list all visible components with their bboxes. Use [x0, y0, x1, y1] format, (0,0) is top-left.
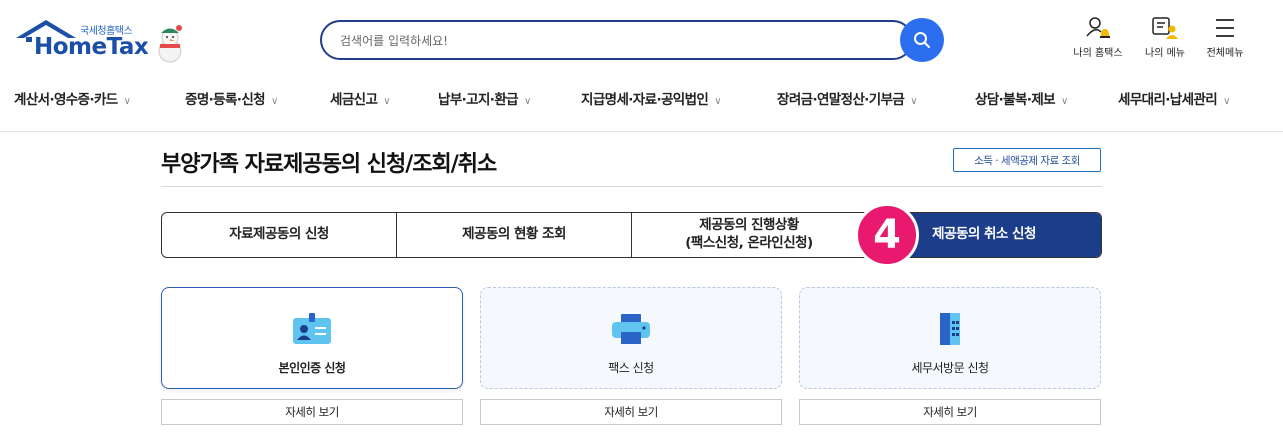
search-icon	[914, 32, 930, 48]
printer-icon	[612, 314, 650, 344]
tab-bar: 자료제공동의 신청 제공동의 현황 조회 제공동의 진행상황 (팩스신청, 온라…	[161, 212, 1102, 258]
chevron-down-icon: ∨	[714, 96, 721, 107]
card-identity-verification[interactable]: 본인인증 신청	[161, 287, 463, 389]
hamburger-menu-icon	[1216, 19, 1234, 37]
view-details-button[interactable]: 자세히 보기	[799, 399, 1101, 425]
id-card-icon	[293, 313, 331, 344]
card-fax-application[interactable]: 팩스 신청	[480, 287, 782, 389]
nav-item-consult[interactable]: 상담·불복·제보 ∨	[975, 88, 1068, 108]
card-label: 세무서방문 신청	[911, 361, 989, 375]
card-label: 팩스 신청	[608, 361, 654, 375]
search-input[interactable]	[340, 31, 880, 51]
card-office-visit[interactable]: 세무서방문 신청	[799, 287, 1101, 389]
nav-item-statements[interactable]: 지급명세·자료·공익법인 ∨	[581, 88, 722, 108]
nav-item-agency[interactable]: 세무대리·납세관리 ∨	[1118, 88, 1230, 108]
page-title: 부양가족 자료제공동의 신청/조회/취소	[161, 152, 497, 177]
search-box	[320, 20, 913, 60]
chevron-down-icon: ∨	[1223, 96, 1230, 107]
main-nav: 계산서·영수증·카드 ∨ 증명·등록·신청 ∨ 세금신고 ∨ 납부·고지·환급 ∨ 지급…	[0, 84, 1283, 114]
tab-consent-status[interactable]: 제공동의 현황 조회	[397, 213, 632, 257]
nav-item-certificate[interactable]: 증명·등록·신청 ∨	[185, 88, 278, 108]
chevron-down-icon: ∨	[383, 96, 391, 107]
logo-title: HomeTax	[34, 34, 149, 60]
chevron-down-icon: ∨	[270, 96, 278, 107]
hometax-logo[interactable]: 국세청홈택스 HomeTax	[14, 18, 194, 66]
nav-divider	[0, 131, 1283, 132]
chevron-down-icon: ∨	[910, 96, 917, 107]
my-hometax-label: 나의 홈택스	[1073, 48, 1123, 59]
snowman-icon	[158, 25, 182, 63]
all-menu-link[interactable]: 전체메뉴	[1190, 16, 1260, 59]
chevron-down-icon: ∨	[1060, 96, 1068, 107]
nav-item-tax-filing[interactable]: 세금신고 ∨	[330, 88, 391, 108]
chevron-down-icon: ∨	[123, 96, 131, 107]
memo-user-icon	[1152, 17, 1178, 39]
step-number-badge: 4	[855, 203, 919, 267]
card-label: 본인인증 신청	[278, 361, 346, 375]
my-menu-label: 나의 메뉴	[1145, 48, 1185, 59]
title-divider	[161, 186, 1102, 187]
tab-consent-apply[interactable]: 자료제공동의 신청	[162, 213, 397, 257]
nav-item-invoice[interactable]: 계산서·영수증·카드 ∨	[14, 88, 131, 108]
nav-item-payment[interactable]: 납부·고지·환급 ∨	[438, 88, 531, 108]
view-details-button[interactable]: 자세히 보기	[161, 399, 463, 425]
search-button[interactable]	[900, 18, 944, 62]
chevron-down-icon: ∨	[523, 96, 531, 107]
my-hometax-link[interactable]: 나의 홈택스	[1063, 16, 1133, 59]
user-bell-icon	[1086, 17, 1110, 38]
tab-consent-progress[interactable]: 제공동의 진행상황 (팩스신청, 온라인신청)	[632, 213, 867, 257]
nav-item-incentives[interactable]: 장려금·연말정산·기부금 ∨	[777, 88, 918, 108]
view-details-button[interactable]: 자세히 보기	[480, 399, 782, 425]
all-menu-label: 전체메뉴	[1206, 48, 1244, 59]
building-icon	[940, 313, 960, 345]
income-deduction-lookup-button[interactable]: 소득 · 세액공제 자료 조회	[953, 148, 1101, 172]
